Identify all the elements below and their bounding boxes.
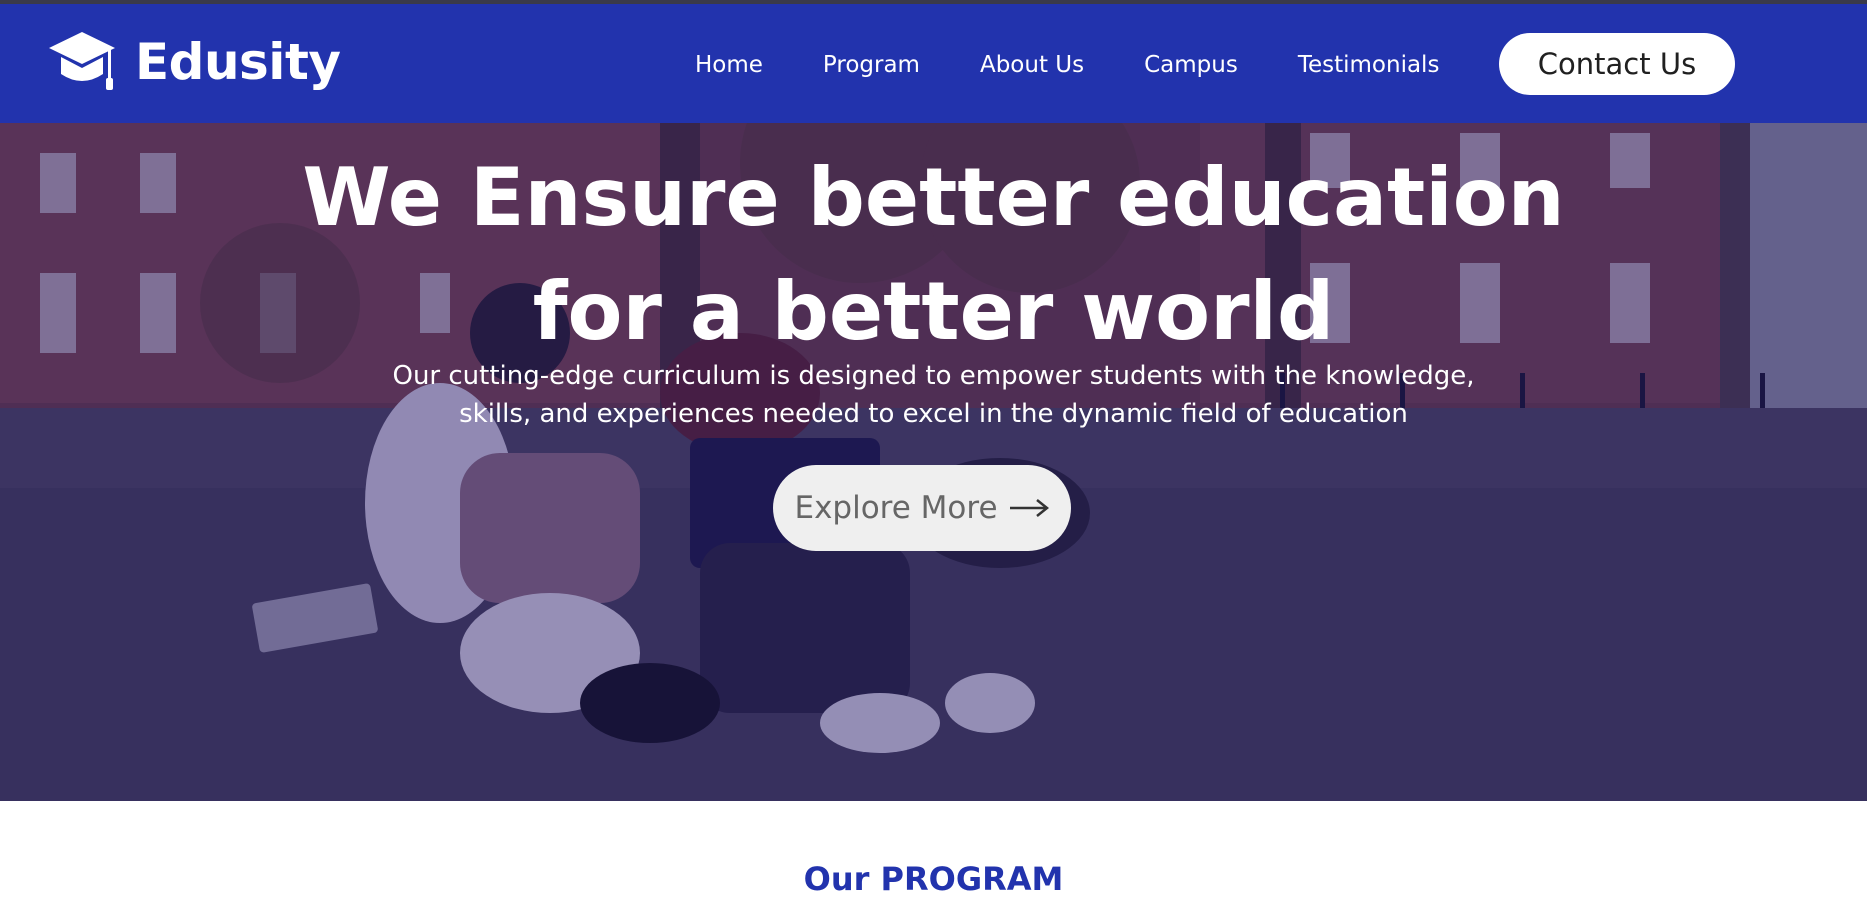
nav-item-testimonials[interactable]: Testimonials xyxy=(1298,52,1440,78)
hero-title-line-1: We Ensure better education xyxy=(302,151,1565,244)
brand-name: Edusity xyxy=(135,33,341,91)
hero-subtitle-line-1: Our cutting-edge curriculum is designed … xyxy=(392,361,1475,391)
brand-logo[interactable]: Edusity xyxy=(47,30,341,94)
hero-subtitle-line-2: skills, and experiences needed to excel … xyxy=(459,399,1408,429)
hero-title-line-2: for a better world xyxy=(532,265,1335,358)
nav-item-home[interactable]: Home xyxy=(695,52,763,78)
navbar: Edusity Home Program About Us Campus Tes… xyxy=(0,4,1867,123)
nav-item-program[interactable]: Program xyxy=(823,52,920,78)
explore-more-label: Explore More xyxy=(794,490,998,526)
explore-more-button[interactable]: Explore More xyxy=(773,465,1071,551)
hero-section: We Ensure better education for a better … xyxy=(0,123,1867,801)
nav-item-campus[interactable]: Campus xyxy=(1144,52,1238,78)
hero-subtitle: Our cutting-edge curriculum is designed … xyxy=(0,357,1867,433)
hero-title: We Ensure better education for a better … xyxy=(0,141,1867,369)
contact-us-button[interactable]: Contact Us xyxy=(1499,33,1735,95)
graduation-cap-icon xyxy=(49,32,115,90)
arrow-right-icon xyxy=(1009,499,1049,517)
programs-heading: Our PROGRAM xyxy=(803,860,1064,898)
nav-item-about-us[interactable]: About Us xyxy=(980,52,1084,78)
main-nav: Home Program About Us Campus Testimonial… xyxy=(695,52,1439,78)
